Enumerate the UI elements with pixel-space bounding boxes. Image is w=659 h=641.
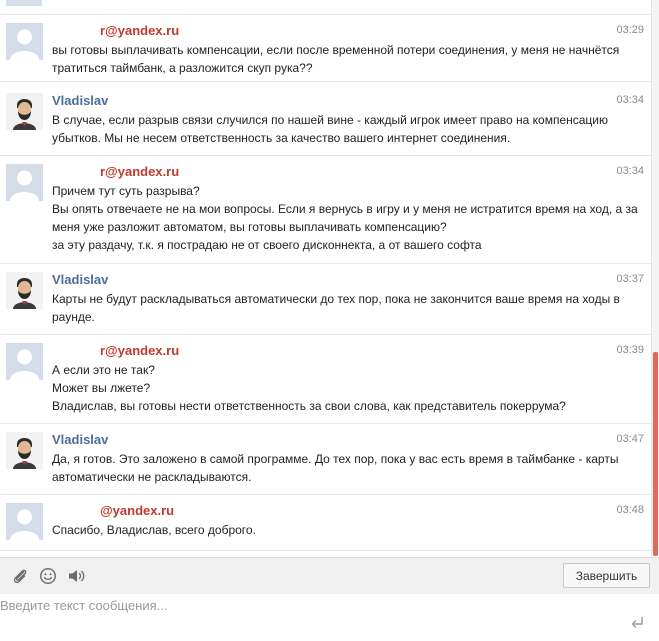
chat-message: r@yandex.ru 03:29 вы готовы выплачивать … <box>0 15 651 82</box>
message-author: r@yandex.ru <box>52 343 179 358</box>
enter-send-icon[interactable] <box>629 614 645 630</box>
user-avatar <box>6 23 43 60</box>
message-time: 03:29 <box>616 24 644 36</box>
chat-scrollbar[interactable] <box>652 0 659 556</box>
message-input-area <box>0 594 659 641</box>
operator-avatar <box>6 93 43 130</box>
message-text: вы готовы выплачивать компенсации, если … <box>52 43 620 75</box>
message-author: r@yandex.ru <box>52 164 179 179</box>
chat-message: @yandex.ru 03:48 Спасибо, Владислав, все… <box>0 495 651 551</box>
message-text: Спасибо, Владислав, всего доброго. <box>52 523 256 537</box>
message-author: r@yandex.ru <box>52 23 179 38</box>
scrollbar-thumb[interactable] <box>653 352 658 556</box>
chat-message: r@yandex.ru 03:39 А если это не так? Мож… <box>0 335 651 424</box>
chat-message: Vladislav 03:37 Карты не будут раскладыв… <box>0 264 651 335</box>
message-time: 03:47 <box>616 433 644 445</box>
message-text: Да, я готов. Это заложено в самой програ… <box>52 452 619 484</box>
message-text: В случае, если разрыв связи случился по … <box>52 113 609 145</box>
message-input[interactable] <box>0 594 620 638</box>
previous-message-sliver <box>0 0 651 15</box>
message-author: Vladislav <box>52 93 109 108</box>
operator-avatar <box>6 432 43 469</box>
message-author: Vladislav <box>52 272 109 287</box>
message-time: 03:39 <box>616 344 644 356</box>
paperclip-icon[interactable] <box>10 566 30 586</box>
chat-message: Vladislav 03:47 Да, я готов. Это заложен… <box>0 424 651 495</box>
chat-history: r@yandex.ru 03:29 вы готовы выплачивать … <box>0 0 652 556</box>
user-avatar <box>6 503 43 540</box>
finish-chat-button[interactable]: Завершить <box>563 563 650 588</box>
message-author: @yandex.ru <box>52 503 174 518</box>
message-author: Vladislav <box>52 432 109 447</box>
message-text: Причем тут суть разрыва? Вы опять отвеча… <box>52 184 638 252</box>
user-avatar <box>6 164 43 201</box>
message-text: Карты не будут раскладываться автоматиче… <box>52 292 620 324</box>
message-time: 03:34 <box>616 94 644 106</box>
message-time: 03:34 <box>616 165 644 177</box>
chat-message: r@yandex.ru 03:34 Причем тут суть разрыв… <box>0 156 651 264</box>
smiley-icon[interactable] <box>38 566 58 586</box>
message-text: А если это не так? Может вы лжете? Влади… <box>52 363 566 413</box>
operator-avatar <box>6 272 43 309</box>
message-time: 03:48 <box>616 504 644 516</box>
avatar <box>6 0 42 6</box>
chat-message: Vladislav 03:34 В случае, если разрыв св… <box>0 85 651 156</box>
message-time: 03:37 <box>616 273 644 285</box>
user-avatar <box>6 343 43 380</box>
speaker-icon[interactable] <box>67 566 87 586</box>
chat-toolbar: Завершить <box>0 557 659 595</box>
